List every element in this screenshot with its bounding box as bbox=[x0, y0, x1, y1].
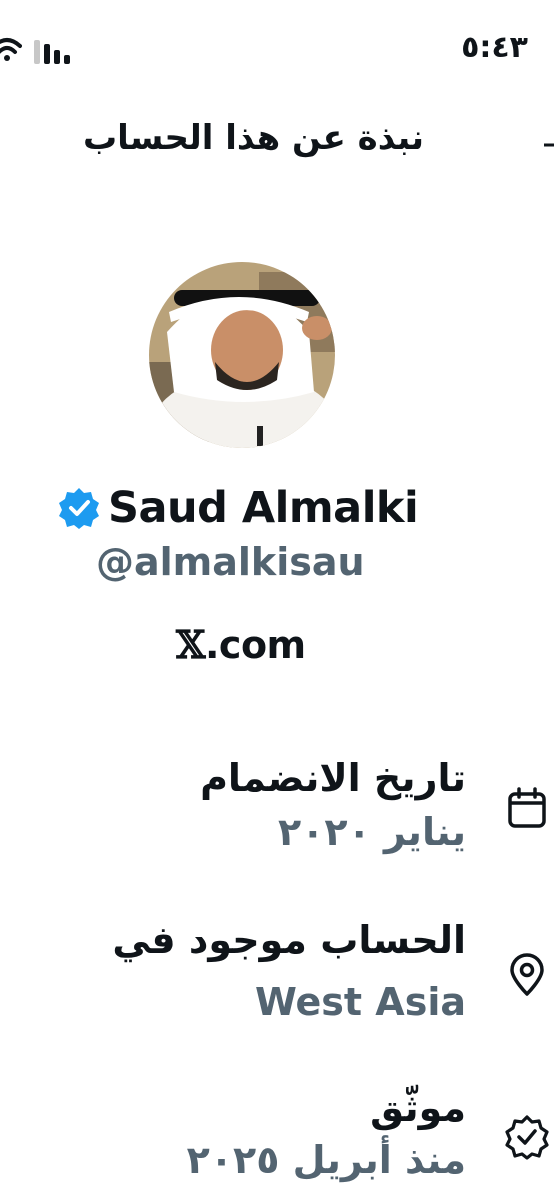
username-handle: @almalkisau bbox=[96, 540, 365, 584]
page-title: نبذة عن هذا الحساب bbox=[82, 118, 424, 158]
back-arrow-icon[interactable] bbox=[544, 136, 554, 154]
verified-label: موثّق bbox=[370, 1086, 466, 1130]
x-logo-icon: 𝕏 bbox=[176, 622, 205, 667]
date-joined-value: يناير ٢٠٢٠ bbox=[278, 810, 466, 854]
avatar-image bbox=[149, 262, 335, 448]
avatar[interactable] bbox=[149, 262, 335, 448]
status-bar: ٥:٤٣ bbox=[0, 0, 554, 80]
x-com-link[interactable]: 𝕏.com bbox=[176, 622, 306, 667]
location-pin-icon bbox=[510, 953, 544, 996]
status-time: ٥:٤٣ bbox=[461, 30, 528, 65]
calendar-icon bbox=[508, 787, 546, 828]
cellular-signal-icon bbox=[34, 40, 70, 64]
display-name: Saud Almalki bbox=[108, 483, 419, 533]
wifi-icon bbox=[0, 38, 22, 61]
verified-badge-outline-icon bbox=[505, 1115, 549, 1160]
about-account-screen: ٥:٤٣ نبذة عن هذا الحساب Saud Almalki @al… bbox=[0, 0, 554, 1199]
site-link-text: .com bbox=[204, 623, 306, 667]
account-location-label: الحساب موجود في bbox=[112, 918, 466, 962]
date-joined-label: تاريخ الانضمام bbox=[200, 756, 466, 800]
verified-badge-icon[interactable] bbox=[58, 487, 100, 529]
name-row: Saud Almalki bbox=[58, 478, 419, 538]
account-location-value: West Asia bbox=[254, 980, 466, 1024]
verified-since-value: منذ أبريل ٢٠٢٥ bbox=[186, 1138, 466, 1182]
